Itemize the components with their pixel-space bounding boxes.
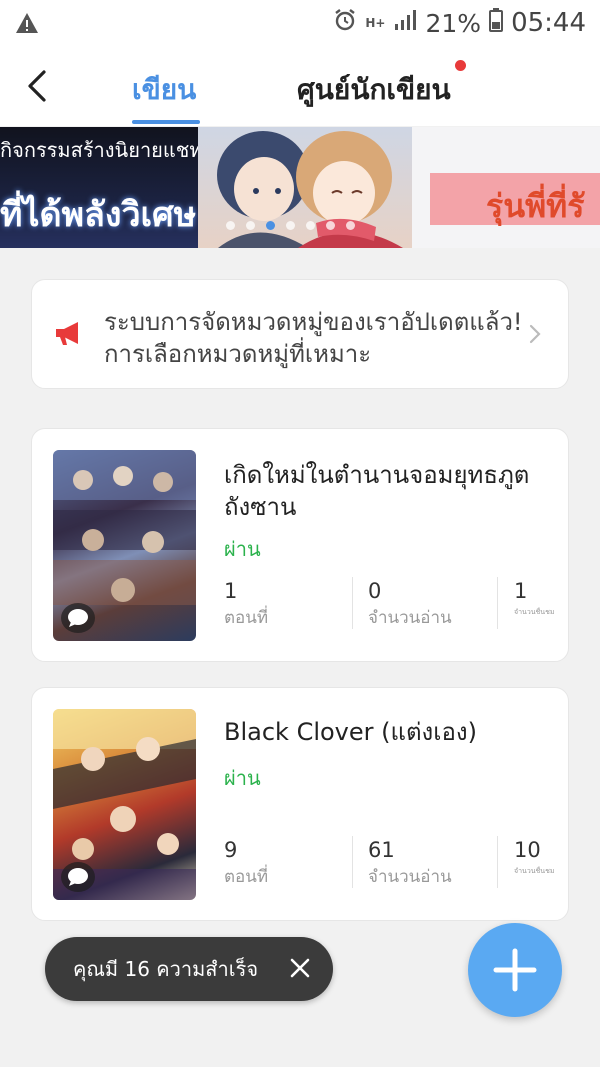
story-stats: 9 ตอนที่ 61 จำนวนอ่าน 10 จำนวนชื่นชม xyxy=(224,836,564,892)
top-navigation: เขียน ศูนย์นักเขียน xyxy=(0,46,600,126)
alarm-icon xyxy=(333,8,357,39)
story-status: ผ่าน xyxy=(224,766,261,790)
tab-write[interactable]: เขียน xyxy=(132,68,196,112)
stat-reads-label: จำนวนอ่าน xyxy=(368,867,452,887)
network-type-label: H+ xyxy=(365,16,386,30)
story-card[interactable]: Black Clover (แต่งเอง) ผ่าน 9 ตอนที่ 61 … xyxy=(31,687,569,921)
story-card[interactable]: เกิดใหม่ในตำนานจอมยุทธภูตถังซาน ผ่าน 1 ต… xyxy=(31,428,569,662)
active-tab-indicator xyxy=(132,120,200,124)
story-title[interactable]: เกิดใหม่ในตำนานจอมยุทธภูตถังซาน xyxy=(224,459,544,523)
stat-reads-value: 0 xyxy=(368,579,382,603)
stat-reads: 0 จำนวนอ่าน xyxy=(368,577,498,633)
tab-writer-center[interactable]: ศูนย์นักเขียน xyxy=(297,68,451,112)
achievement-toast[interactable]: คุณมี 16 ความสำเร็จ xyxy=(45,937,333,1001)
plus-icon xyxy=(493,948,537,992)
stat-likes-label: จำนวนชื่นชม xyxy=(514,608,555,616)
story-cover-image[interactable] xyxy=(53,709,196,900)
stat-episodes: 9 ตอนที่ xyxy=(224,836,352,892)
stat-likes: 10 จำนวนชื่นชม xyxy=(514,836,564,892)
toast-message: คุณมี 16 ความสำเร็จ xyxy=(73,957,259,981)
stat-divider xyxy=(352,836,353,888)
stat-likes-value: 1 xyxy=(514,579,528,603)
stat-episodes-value: 1 xyxy=(224,579,238,603)
stat-likes: 1 จำนวนชื่นชม xyxy=(514,577,564,633)
carousel-dot xyxy=(246,221,255,230)
banner-left-headline: ที่ได้พลังวิเศษ xyxy=(0,195,197,235)
stat-reads-label: จำนวนอ่าน xyxy=(368,608,452,628)
clock-time: 05:44 xyxy=(511,8,586,38)
warning-icon xyxy=(14,11,40,35)
carousel-dot xyxy=(286,221,295,230)
status-bar: H+ 21% 05:44 xyxy=(0,0,600,46)
banner-left-caption: กิจกรรมสร้างนิยายแชท xyxy=(0,138,203,162)
stat-episodes-value: 9 xyxy=(224,838,238,862)
story-cover-image[interactable] xyxy=(53,450,196,641)
story-title[interactable]: Black Clover (แต่งเอง) xyxy=(224,716,544,748)
carousel-dot xyxy=(226,221,235,230)
stat-reads-value: 61 xyxy=(368,838,395,862)
carousel-dot xyxy=(326,221,335,230)
signal-icon xyxy=(393,8,417,38)
carousel-dot xyxy=(306,221,315,230)
notification-dot xyxy=(455,60,466,71)
stat-episodes: 1 ตอนที่ xyxy=(224,577,352,633)
story-stats: 1 ตอนที่ 0 จำนวนอ่าน 1 จำนวนชื่นชม xyxy=(224,577,564,633)
banner-slide-right[interactable]: รุ่นพี่ที่รั xyxy=(412,127,600,248)
announcement-text: ระบบการจัดหมวดหมู่ของเราอัปเดตแล้ว! การเ… xyxy=(104,308,523,368)
back-button[interactable] xyxy=(26,66,56,106)
stat-likes-label: จำนวนชื่นชม xyxy=(514,867,555,875)
announcement-card[interactable]: ระบบการจัดหมวดหมู่ของเราอัปเดตแล้ว! การเ… xyxy=(31,279,569,389)
stat-reads: 61 จำนวนอ่าน xyxy=(368,836,498,892)
stat-divider xyxy=(497,577,498,629)
stat-divider xyxy=(352,577,353,629)
stat-likes-value: 10 xyxy=(514,838,541,862)
battery-icon xyxy=(489,7,504,39)
chevron-left-icon xyxy=(28,70,46,102)
carousel-dot-active xyxy=(266,221,275,230)
stat-episodes-label: ตอนที่ xyxy=(224,608,269,628)
carousel-indicator xyxy=(226,221,355,230)
comment-bubble-icon xyxy=(61,862,95,892)
battery-percent: 21% xyxy=(425,8,482,38)
story-status: ผ่าน xyxy=(224,537,261,561)
stat-episodes-label: ตอนที่ xyxy=(224,867,269,887)
chevron-right-icon xyxy=(529,324,541,344)
carousel-dot xyxy=(346,221,355,230)
close-icon[interactable] xyxy=(289,957,311,979)
add-story-button[interactable] xyxy=(468,923,562,1017)
banner-right-text: รุ่นพี่ที่รั xyxy=(486,187,585,225)
banner-slide-left[interactable]: กิจกรรมสร้างนิยายแชท ที่ได้พลังวิเศษ xyxy=(0,127,203,248)
stat-divider xyxy=(497,836,498,888)
megaphone-icon xyxy=(56,322,78,345)
comment-bubble-icon xyxy=(61,603,95,633)
